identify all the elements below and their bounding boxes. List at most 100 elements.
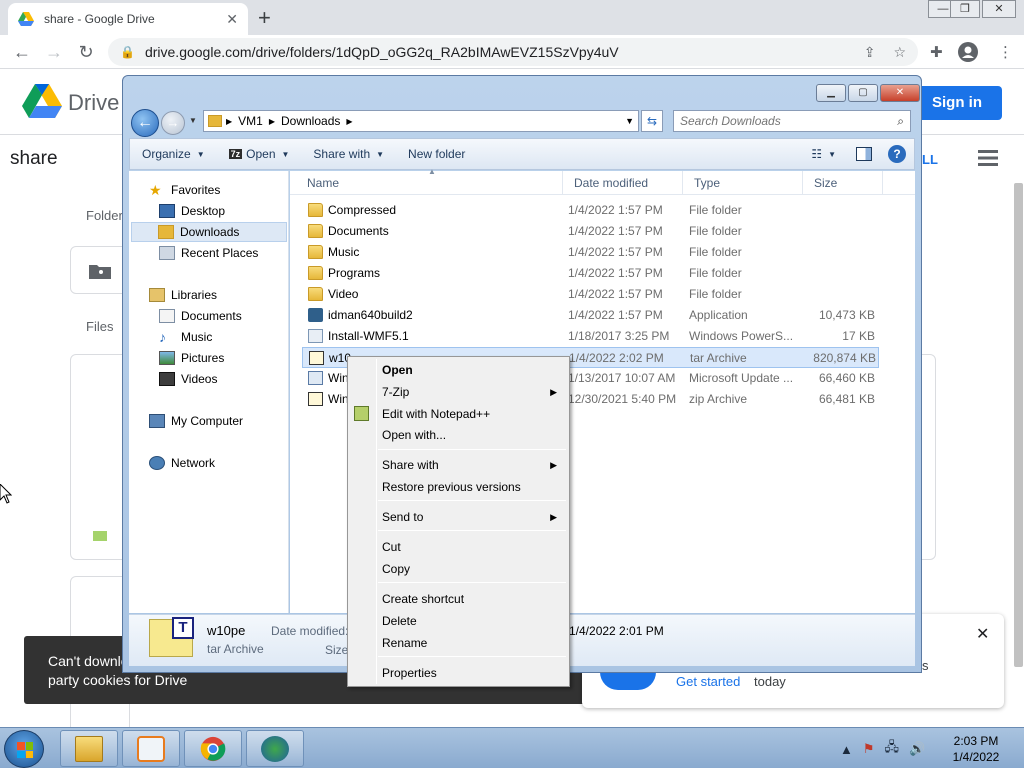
file-row[interactable]: idman640build2 1/4/2022 1:57 PM Applicat… [302, 305, 879, 326]
explorer-address-bar[interactable]: ▶ VM1 ▶ Downloads ▶ ▼ [203, 110, 639, 132]
tray-expand-icon[interactable]: ▲ [840, 742, 853, 757]
address-dropdown-icon[interactable]: ▼ [625, 116, 634, 126]
explorer-maximize-button[interactable]: ▢ [848, 84, 878, 102]
promo-close-icon[interactable]: ✕ [976, 624, 989, 644]
shared-folder-icon [89, 265, 111, 279]
menu-item-create-shortcut[interactable]: Create shortcut [382, 589, 567, 609]
new-tab-button[interactable]: + [258, 5, 271, 31]
lock-icon[interactable]: 🔒 [120, 45, 135, 59]
share-page-icon[interactable]: ⇪ [864, 44, 876, 61]
history-dropdown-icon[interactable]: ▼ [189, 116, 197, 125]
window-restore-button[interactable]: ❐ [950, 0, 980, 18]
menu-item-copy[interactable]: Copy [382, 559, 567, 579]
menu-item-rename[interactable]: Rename [382, 633, 567, 653]
explorer-close-button[interactable]: ✕ [880, 84, 920, 102]
nav-videos[interactable]: Videos [159, 369, 217, 389]
refresh-icon[interactable]: ⇆ [641, 110, 663, 132]
explorer-search-input[interactable] [680, 114, 898, 128]
action-center-flag-icon[interactable]: ⚑ [863, 741, 875, 757]
column-header-date[interactable]: Date modified [563, 171, 683, 195]
nav-pictures[interactable]: Pictures [159, 348, 224, 368]
menu-item-properties[interactable]: Properties [382, 663, 567, 683]
search-icon[interactable]: ⌕ [897, 114, 904, 129]
taskbar-media-player-button[interactable] [122, 730, 180, 767]
menu-item-edit-notepad[interactable]: Edit with Notepad++ [382, 404, 567, 424]
get-started-link[interactable]: Get started [676, 674, 740, 689]
menu-item-restore-versions[interactable]: Restore previous versions [382, 477, 567, 497]
bookmark-star-icon[interactable]: ☆ [893, 44, 906, 61]
breadcrumb-separator-icon[interactable]: ▶ [226, 117, 232, 126]
view-options-icon[interactable]: ☷ [811, 147, 822, 161]
file-date: 1/4/2022 1:57 PM [568, 224, 663, 238]
menu-kebab-icon[interactable]: ⋮ [998, 43, 1013, 61]
organize-button[interactable]: Organize ▼ [130, 147, 217, 161]
menu-item-label: Share with [382, 458, 439, 472]
file-row[interactable]: Video 1/4/2022 1:57 PM File folder [302, 284, 879, 305]
file-row[interactable]: Compressed 1/4/2022 1:57 PM File folder [302, 200, 879, 221]
breadcrumb-vm1[interactable]: VM1 [238, 114, 263, 128]
menu-item-send-to[interactable]: Send to ▶ [382, 507, 567, 527]
chevron-down-icon[interactable]: ▼ [828, 150, 836, 159]
music-note-icon: ♪ [159, 329, 166, 345]
menu-item-7zip[interactable]: 7-Zip ▶ [382, 382, 567, 402]
start-button[interactable] [4, 730, 44, 768]
open-button[interactable]: 7z Open ▼ [217, 147, 302, 161]
explorer-forward-icon[interactable]: → [161, 111, 185, 135]
app-file-icon [308, 308, 323, 322]
back-arrow-icon[interactable]: ← [10, 40, 34, 64]
sign-in-button[interactable]: Sign in [912, 86, 1002, 120]
menu-item-delete[interactable]: Delete [382, 611, 567, 631]
explorer-back-icon[interactable]: ← [131, 109, 159, 137]
list-view-icon[interactable] [978, 150, 998, 166]
zip-file-icon [308, 392, 323, 406]
preview-pane-icon[interactable] [856, 147, 872, 161]
explorer-minimize-button[interactable]: ▁ [816, 84, 846, 102]
nav-my-computer[interactable]: My Computer [149, 411, 243, 431]
reload-icon[interactable]: ↻ [74, 40, 98, 64]
address-bar[interactable]: 🔒 drive.google.com/drive/folders/1dQpD_o… [108, 38, 918, 66]
menu-item-share-with[interactable]: Share with ▶ [382, 455, 567, 475]
taskbar-idm-button[interactable] [246, 730, 304, 767]
sort-ascending-icon: ▲ [428, 167, 436, 176]
nav-downloads[interactable]: Downloads [131, 222, 287, 242]
column-header-size[interactable]: Size [803, 171, 883, 195]
taskbar-clock[interactable]: 2:03 PM 1/4/2022 [940, 733, 1012, 765]
share-with-button[interactable]: Share with ▼ [301, 147, 396, 161]
menu-item-open-with[interactable]: Open with... [382, 425, 567, 445]
nav-network[interactable]: Network [149, 453, 215, 473]
file-card[interactable] [70, 354, 130, 560]
nav-desktop[interactable]: Desktop [159, 201, 225, 221]
page-scrollbar[interactable] [1014, 183, 1023, 667]
folder-card[interactable] [70, 246, 130, 294]
network-status-icon[interactable]: 🖧 [885, 738, 900, 760]
extensions-puzzle-icon[interactable]: ✚ [930, 43, 943, 61]
explorer-search-box[interactable]: ⌕ [673, 110, 911, 132]
breadcrumb-downloads[interactable]: Downloads [281, 114, 340, 128]
nav-favorites[interactable]: ★ Favorites [149, 180, 220, 200]
nav-documents[interactable]: Documents [159, 306, 242, 326]
file-row[interactable]: Programs 1/4/2022 1:57 PM File folder [302, 263, 879, 284]
window-close-button[interactable]: ✕ [982, 0, 1016, 18]
file-row[interactable]: Music 1/4/2022 1:57 PM File folder [302, 242, 879, 263]
taskbar-explorer-button[interactable] [60, 730, 118, 767]
nav-libraries[interactable]: Libraries [149, 285, 217, 305]
tab-close-icon[interactable]: ✕ [226, 11, 238, 28]
url-text[interactable]: drive.google.com/drive/folders/1dQpD_oGG… [145, 44, 846, 60]
taskbar-chrome-button[interactable] [184, 730, 242, 767]
view-all-link[interactable]: LL [922, 152, 938, 167]
new-folder-button[interactable]: New folder [396, 147, 477, 161]
forward-arrow-icon[interactable]: → [42, 40, 66, 64]
nav-music[interactable]: ♪ Music [159, 327, 212, 347]
menu-item-cut[interactable]: Cut [382, 537, 567, 557]
browser-tab[interactable]: share - Google Drive ✕ [8, 3, 248, 35]
nav-recent-places[interactable]: Recent Places [159, 243, 258, 263]
column-header-type[interactable]: Type [683, 171, 803, 195]
profile-avatar-icon[interactable] [958, 42, 978, 62]
breadcrumb-separator-icon[interactable]: ▶ [269, 117, 275, 126]
breadcrumb-separator-icon[interactable]: ▶ [346, 117, 352, 126]
help-icon[interactable]: ? [888, 145, 906, 163]
menu-item-open[interactable]: Open [382, 360, 567, 380]
file-row[interactable]: Documents 1/4/2022 1:57 PM File folder [302, 221, 879, 242]
volume-icon[interactable]: 🔊 [909, 741, 925, 757]
file-row[interactable]: Install-WMF5.1 1/18/2017 3:25 PM Windows… [302, 326, 879, 347]
